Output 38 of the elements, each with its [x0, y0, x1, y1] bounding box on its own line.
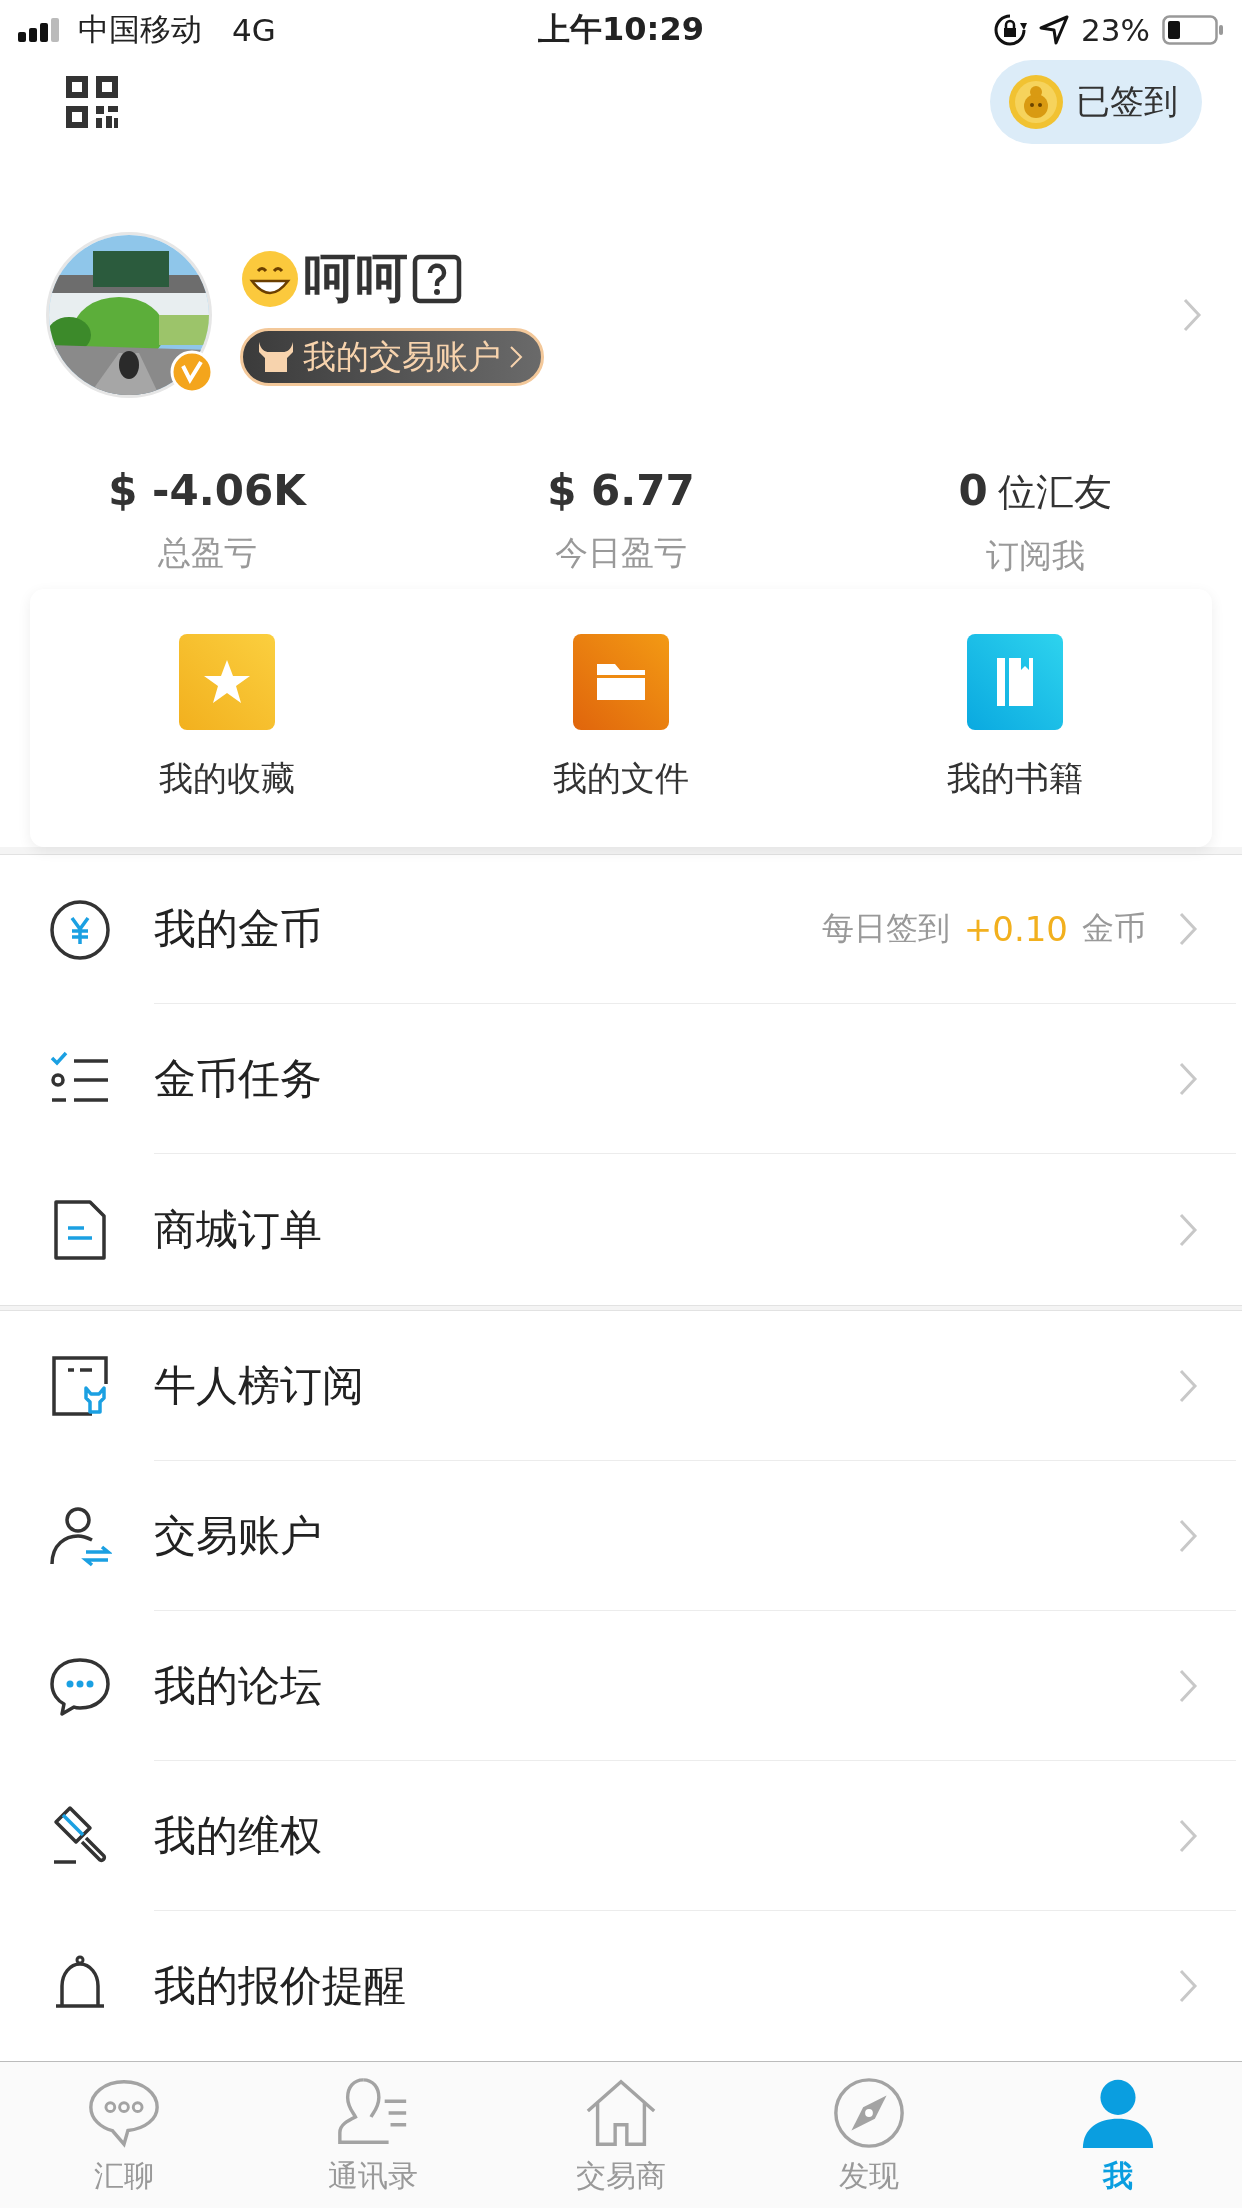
trading-account-link[interactable]: 我的交易账户 — [240, 328, 544, 386]
folder-icon — [573, 634, 669, 730]
chevron-icon — [1178, 1817, 1198, 1854]
coin-face-icon — [1008, 74, 1064, 130]
shortcut-button[interactable]: 我的文件 — [424, 633, 818, 803]
chevron-icon — [509, 345, 523, 369]
battery-percent: 23% — [1081, 12, 1150, 48]
book-icon — [967, 634, 1063, 730]
chevron-icon — [1178, 1667, 1198, 1704]
stat-unit: 位汇友 — [997, 469, 1112, 516]
battery-icon — [1162, 15, 1224, 45]
chevron-icon — [1178, 1061, 1198, 1098]
network-type: 4G — [232, 12, 276, 48]
chevron-icon — [1178, 1211, 1198, 1248]
chevron-icon — [1178, 1517, 1198, 1554]
location-arrow-icon — [1039, 15, 1070, 45]
grinning-emoji-icon — [240, 249, 300, 309]
stat-label: 总盈亏 — [157, 532, 257, 574]
chevron-icon — [1178, 1968, 1198, 2004]
stat-value: $ 6.77 — [547, 466, 695, 515]
shortcut-button[interactable]: 我的收藏 — [30, 633, 424, 803]
yuan-coin-icon — [48, 897, 112, 962]
stat-value: 0 — [958, 466, 988, 515]
user-transfer-icon — [48, 1504, 112, 1568]
carrier-name: 中国移动 — [78, 10, 202, 49]
chevron-icon — [1178, 1367, 1198, 1404]
rotation-lock-icon — [993, 13, 1028, 47]
qr-code-icon[interactable] — [64, 74, 120, 130]
stat-value: $ -4.06K — [108, 466, 306, 515]
chevron-icon — [1182, 297, 1202, 333]
user-name: 呵呵 — [304, 247, 408, 310]
help-icon[interactable] — [412, 254, 462, 304]
clock-time: 上午10:29 — [538, 9, 704, 50]
signed-in-button[interactable]: 已签到 — [990, 60, 1202, 144]
shortcut-button[interactable]: 我的书籍 — [818, 633, 1212, 803]
stat-label: 今日盈亏 — [555, 532, 687, 574]
stat-label: 订阅我 — [985, 535, 1085, 577]
chevron-icon — [1178, 911, 1198, 948]
